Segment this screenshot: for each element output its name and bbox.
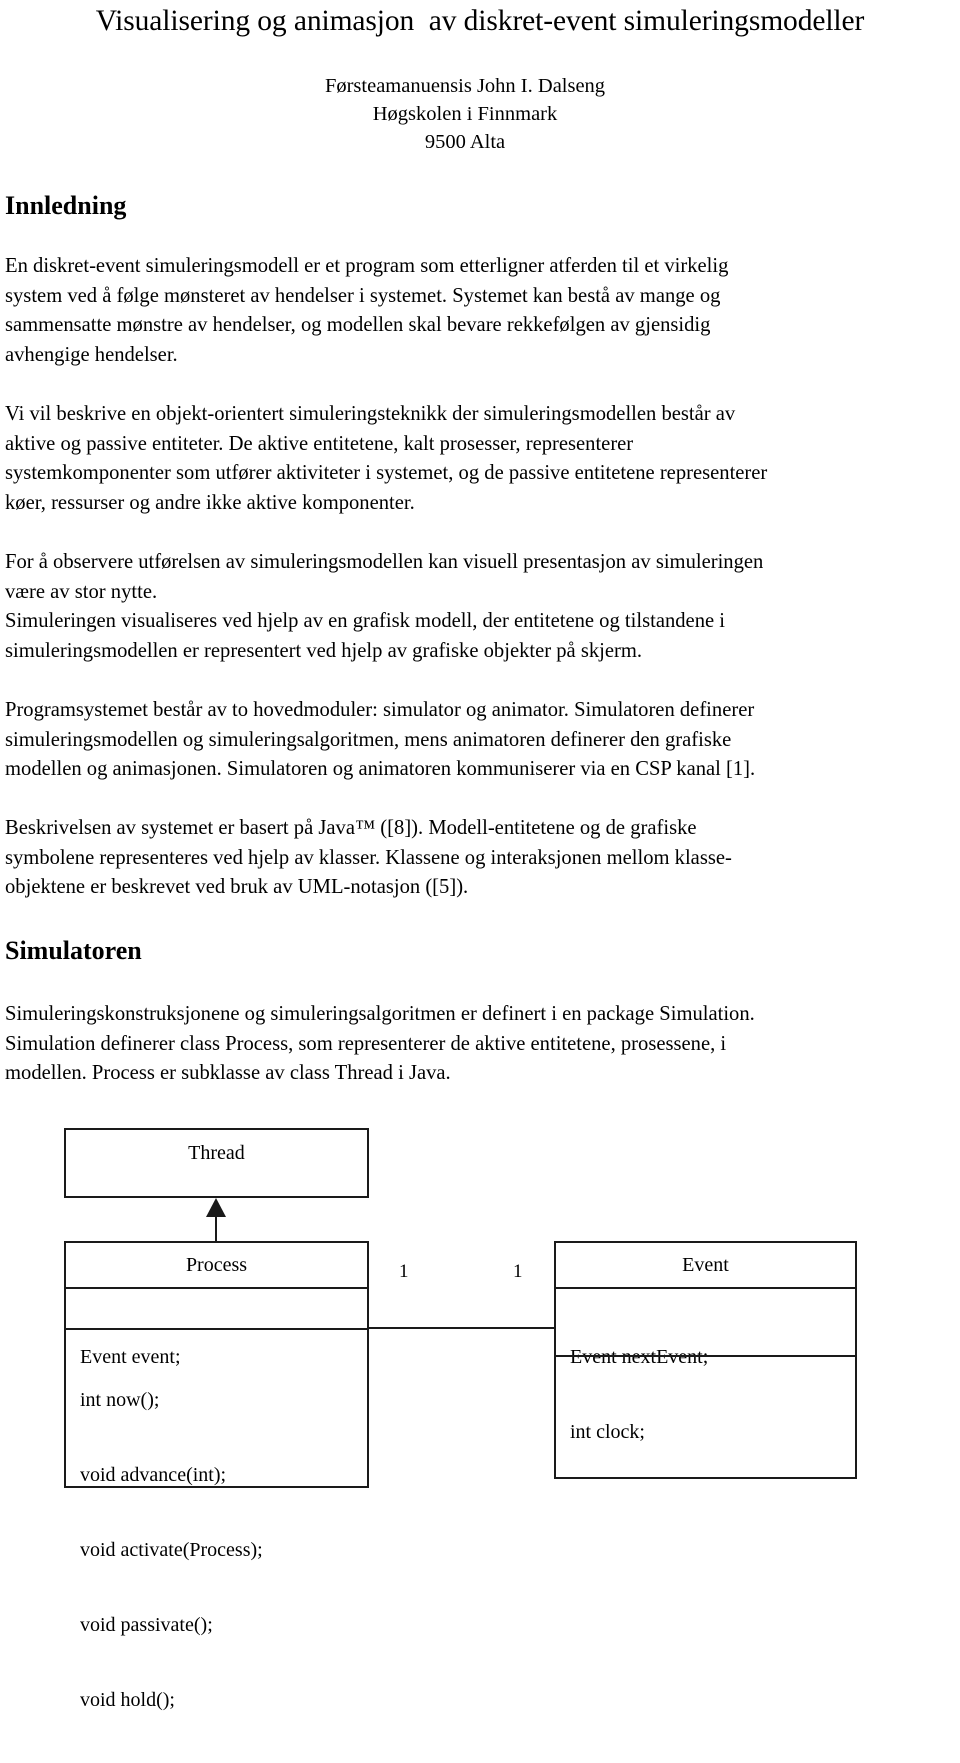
page-title: Visualisering og animasjon av diskret-ev…: [95, 5, 865, 37]
section-heading-innledning: Innledning: [5, 191, 127, 220]
uml-class-name-process: Process: [185, 1254, 248, 1276]
paragraph-line: En diskret-event simuleringsmodell er et…: [5, 255, 729, 277]
author-name: Førsteamanuensis John I. Dalseng: [324, 75, 606, 97]
paragraph-line: Vi vil beskrive en objekt-orientert simu…: [5, 403, 736, 425]
uml-operation: void hold();: [80, 1689, 175, 1711]
paragraph-line: aktive og passive entiteter. De aktive e…: [5, 432, 634, 455]
paragraph-line: avhengige hendelser.: [5, 343, 178, 366]
paragraph-line: symbolene representeres ved hjelp av kla…: [5, 846, 732, 869]
association-multiplicity-right: 1: [513, 1261, 523, 1282]
paragraph-line: Simuleringskonstruksjonene og simulering…: [5, 1003, 755, 1025]
paragraph-line: Simulation definerer class Process, som …: [5, 1032, 727, 1055]
generalization-arrowhead-icon: [206, 1198, 226, 1217]
uml-attributes-process: Event event;: [80, 1295, 181, 1420]
paragraph-line: simuleringsmodellen og simuleringsalgori…: [5, 728, 732, 751]
uml-class-event: Event Event nextEvent; int clock;: [554, 1241, 857, 1479]
paragraph-line: sammensatte mønstre av hendelser, og mod…: [5, 314, 711, 337]
uml-class-thread: Thread: [64, 1128, 369, 1198]
paragraph-3: For å observere utførelsen av simulering…: [5, 548, 957, 666]
paragraph-line: køer, ressurser og andre ikke aktive kom…: [5, 491, 415, 514]
paragraph-line: For å observere utførelsen av simulering…: [5, 551, 764, 573]
paragraph-4: Programsystemet består av to hovedmodule…: [5, 696, 957, 785]
author-location: 9500 Alta: [424, 131, 506, 153]
uml-attribute: Event event;: [80, 1346, 181, 1368]
uml-attribute: Event nextEvent;: [570, 1346, 709, 1368]
section-heading-simulatoren: Simulatoren: [5, 936, 142, 965]
uml-compartment-divider: [556, 1355, 855, 1357]
uml-operations-process: int now(); void advance(int); void activ…: [80, 1338, 263, 1763]
uml-compartment-divider: [556, 1287, 855, 1289]
uml-operation: void advance(int);: [80, 1464, 227, 1486]
paragraph-line: være av stor nytte.: [5, 580, 158, 603]
uml-compartment-divider: [66, 1287, 367, 1289]
paragraph-line: objektene er beskrevet ved bruk av UML-n…: [5, 876, 469, 899]
uml-attribute: int clock;: [570, 1421, 645, 1443]
paragraph-2: Vi vil beskrive en objekt-orientert simu…: [5, 400, 957, 518]
association-multiplicity-left: 1: [399, 1261, 409, 1282]
paragraph-line: systemkomponenter som utfører aktivitete…: [5, 462, 768, 485]
paragraph-line: Beskrivelsen av systemet er basert på Ja…: [5, 817, 697, 839]
paragraph-6: Simuleringskonstruksjonene og simulering…: [5, 1000, 957, 1089]
uml-attributes-event: Event nextEvent; int clock;: [570, 1295, 708, 1495]
uml-compartment-divider: [66, 1328, 367, 1330]
paragraph-line: modellen. Process er subklasse av class …: [5, 1062, 451, 1085]
paragraph-line: simuleringsmodellen er representert ved …: [5, 639, 643, 662]
paragraph-line: system ved å følge mønsteret av hendelse…: [5, 284, 721, 307]
author-affiliation: Høgskolen i Finnmark: [372, 103, 558, 125]
uml-operation: int now();: [80, 1389, 160, 1411]
uml-operation: void passivate();: [80, 1614, 213, 1636]
uml-class-name-event: Event: [682, 1254, 729, 1276]
generalization-line: [215, 1215, 217, 1243]
paragraph-1: En diskret-event simuleringsmodell er et…: [5, 252, 957, 370]
uml-class-name-thread: Thread: [188, 1142, 245, 1164]
paragraph-5: Beskrivelsen av systemet er basert på Ja…: [5, 814, 957, 903]
paragraph-line: Simuleringen visualiseres ved hjelp av e…: [5, 610, 726, 633]
paragraph-line: modellen og animasjonen. Simulatoren og …: [5, 758, 756, 781]
author-block: Førsteamanuensis John I. Dalseng Høgskol…: [0, 72, 930, 156]
paragraph-line: Programsystemet består av to hovedmodule…: [5, 699, 755, 721]
uml-class-process: Process Event event; int now(); void adv…: [64, 1241, 369, 1711]
uml-operation: void activate(Process);: [80, 1539, 263, 1561]
document-page: Visualisering og animasjon av diskret-ev…: [0, 0, 960, 1711]
association-line: [368, 1327, 555, 1329]
